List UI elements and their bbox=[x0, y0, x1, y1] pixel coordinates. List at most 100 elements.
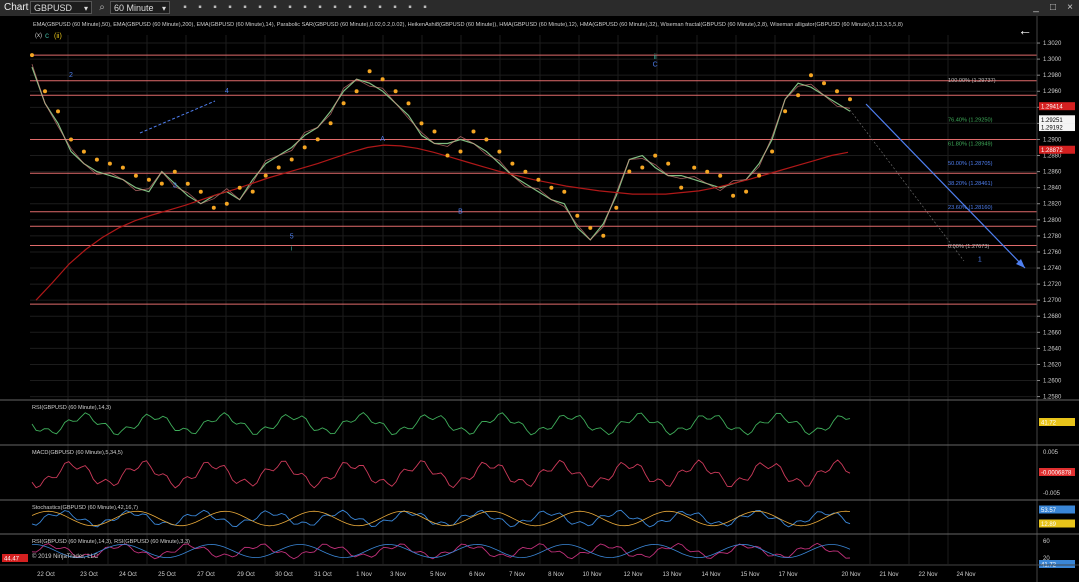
x-tick-label: 13 Nov bbox=[662, 572, 681, 578]
sar-dot bbox=[510, 161, 515, 166]
share-icon[interactable]: ▪ bbox=[343, 1, 357, 14]
pointer-icon[interactable]: ▪ bbox=[223, 1, 237, 14]
sar-dot bbox=[185, 181, 190, 186]
interval-selector[interactable]: 60 Minute ▾ bbox=[110, 1, 170, 14]
sar-dot bbox=[549, 185, 554, 190]
search-icon[interactable]: ⌕ bbox=[95, 1, 109, 14]
strategy-icon[interactable]: ▪ bbox=[298, 1, 312, 14]
sar-dot bbox=[432, 129, 437, 134]
snapshot-icon[interactable]: ▪ bbox=[418, 1, 432, 14]
sar-dot bbox=[523, 169, 528, 174]
sar-dot bbox=[757, 173, 762, 178]
x-tick-label: 14 Nov bbox=[701, 572, 720, 578]
draw-icon[interactable]: ▪ bbox=[208, 1, 222, 14]
x-tick-label: 10 Nov bbox=[582, 572, 601, 578]
x-tick-label: 31 Oct bbox=[314, 572, 332, 578]
y-tick-label: 1.2880 bbox=[1043, 154, 1062, 160]
x-tick-label: 3 Nov bbox=[390, 572, 406, 578]
template-icon[interactable]: ▪ bbox=[268, 1, 282, 14]
y-tick-label: 1.3000 bbox=[1043, 57, 1062, 63]
x-tick-label: 23 Oct bbox=[80, 572, 98, 578]
instrument-label: GBPUSD bbox=[34, 3, 73, 13]
sar-dot bbox=[380, 77, 385, 82]
minimize-button[interactable]: _ bbox=[1028, 1, 1044, 14]
chart-area[interactable]: 100.00% (1.29737) 76.40% (1.29250) 61.80% … bbox=[0, 16, 1079, 582]
panel-value-label: 44.47 bbox=[4, 557, 20, 563]
magnet-icon[interactable]: ▪ bbox=[238, 1, 252, 14]
grid-icon[interactable]: ▪ bbox=[388, 1, 402, 14]
x-tick-label: 15 Nov bbox=[740, 572, 759, 578]
y-tick-label: 1.2900 bbox=[1043, 137, 1062, 143]
sar-dot bbox=[120, 165, 125, 170]
fib-level-label: 100.00% (1.29737) bbox=[948, 78, 996, 84]
sar-dot bbox=[250, 189, 255, 194]
panel-value-label: 12.89 bbox=[1041, 522, 1057, 528]
bars-icon[interactable]: ▪ bbox=[253, 1, 267, 14]
sar-dot bbox=[679, 185, 684, 190]
sar-dot bbox=[224, 201, 229, 206]
panel-value-label: 41.72 bbox=[1041, 421, 1057, 427]
fib-level-label: 61.80% (1.28949) bbox=[948, 142, 993, 148]
chevron-down-icon: ▾ bbox=[161, 4, 166, 13]
sar-dot bbox=[809, 73, 813, 78]
panel-tick-label: 60 bbox=[1043, 539, 1050, 545]
interval-label: 60 Minute bbox=[114, 3, 154, 13]
properties-icon[interactable]: ▪ bbox=[313, 1, 327, 14]
wave-label: 4 bbox=[225, 88, 229, 95]
sar-dot bbox=[341, 101, 346, 106]
wave-label: ii bbox=[654, 54, 658, 61]
x-tick-label: 24 Nov bbox=[956, 572, 975, 578]
sar-dot bbox=[601, 233, 606, 238]
panel-title: MACD(GBPUSD (60 Minute),5,34,5) bbox=[32, 450, 123, 456]
wave-label: 5 bbox=[290, 233, 294, 240]
y-tick-label: 1.2980 bbox=[1043, 73, 1062, 79]
settings-icon[interactable]: ▪ bbox=[403, 1, 417, 14]
sar-dot bbox=[107, 161, 112, 166]
panel-title: Stochastics(GBPUSD (60 Minute),42,16,7) bbox=[32, 505, 138, 511]
x-tick-label: 21 Nov bbox=[879, 572, 898, 578]
panel-title: RSI(GBPUSD (60 Minute),14,3) bbox=[32, 405, 111, 411]
x-tick-label: 25 Oct bbox=[158, 572, 176, 578]
sar-dot bbox=[744, 189, 749, 194]
fib-level-label: 0.00% (1.27673) bbox=[948, 244, 989, 250]
sar-dot bbox=[198, 189, 203, 194]
chevron-down-icon: ▾ bbox=[83, 4, 88, 13]
sar-dot bbox=[211, 205, 216, 210]
close-button[interactable]: × bbox=[1062, 1, 1078, 14]
y-tick-label: 1.2800 bbox=[1043, 218, 1062, 224]
sar-dot bbox=[497, 149, 502, 154]
y-tick-label: 1.2620 bbox=[1043, 362, 1062, 368]
sar-dot bbox=[94, 157, 99, 162]
x-tick-label: 22 Oct bbox=[37, 572, 55, 578]
copyright-label: © 2019 NinjaTrader, LLC bbox=[32, 553, 99, 560]
sar-dot bbox=[705, 169, 710, 174]
sar-dot bbox=[367, 69, 372, 74]
y-tick-label: 1.2680 bbox=[1043, 314, 1062, 320]
x-tick-label: 7 Nov bbox=[509, 572, 525, 578]
sar-dot bbox=[796, 93, 801, 98]
y-tick-label: 1.2720 bbox=[1043, 282, 1062, 288]
sar-dot bbox=[419, 121, 424, 126]
crosshair-icon[interactable]: ▪ bbox=[178, 1, 192, 14]
sar-dot bbox=[536, 177, 541, 182]
x-tick-label: 22 Nov bbox=[918, 572, 937, 578]
x-tick-label: 24 Oct bbox=[119, 572, 137, 578]
price-marker-label: 1.29414 bbox=[1041, 105, 1063, 111]
instrument-selector[interactable]: GBPUSD ▾ bbox=[30, 1, 92, 14]
zoom-icon[interactable]: ▪ bbox=[193, 1, 207, 14]
chart-trader-icon[interactable]: ▪ bbox=[328, 1, 342, 14]
wave-label: B bbox=[458, 208, 463, 215]
camera-icon[interactable]: ▪ bbox=[358, 1, 372, 14]
maximize-button[interactable]: □ bbox=[1045, 1, 1061, 14]
wave-label: 1 bbox=[978, 257, 982, 264]
fib-level-label: 23.60% (1.28160) bbox=[948, 205, 993, 211]
sar-dot bbox=[484, 137, 489, 142]
wave-label-ii-box: (ii) bbox=[54, 33, 62, 40]
layout-icon[interactable]: ▪ bbox=[373, 1, 387, 14]
indicator-icon[interactable]: ▪ bbox=[283, 1, 297, 14]
y-tick-label: 1.2740 bbox=[1043, 266, 1062, 272]
wave-label-x: (x) bbox=[35, 33, 42, 39]
panel-tick-label: 0.005 bbox=[1043, 450, 1059, 456]
back-arrow-icon[interactable]: ← bbox=[1018, 22, 1032, 38]
sar-dot bbox=[627, 169, 632, 174]
